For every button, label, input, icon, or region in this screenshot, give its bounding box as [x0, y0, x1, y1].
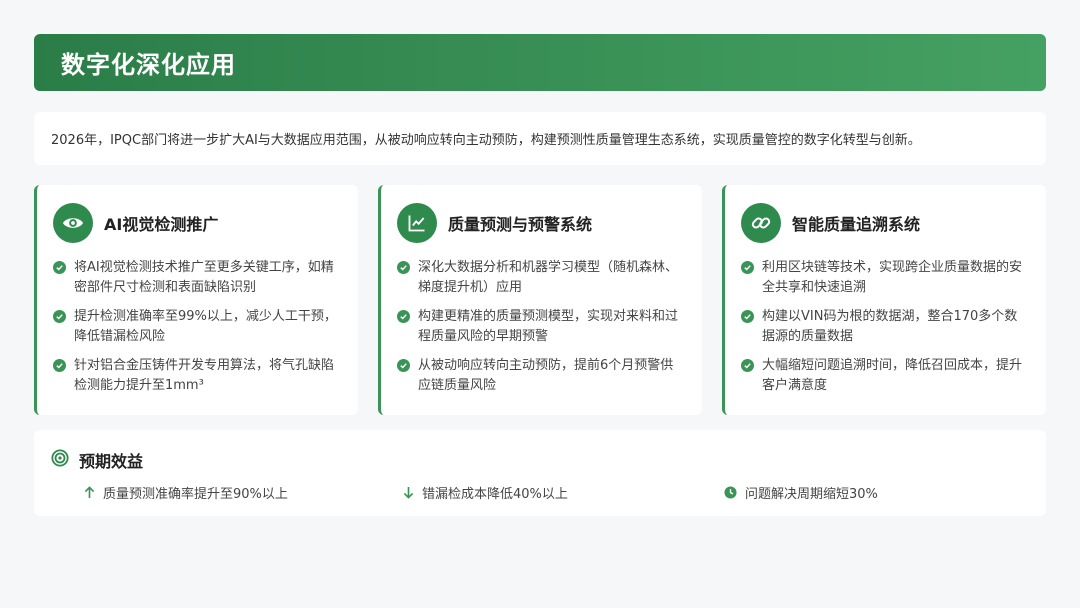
check-circle-icon: [53, 359, 66, 372]
card-ai-vision: AI视觉检测推广 将AI视觉检测技术推广至更多关键工序，如精密部件尺寸检测和表面…: [34, 185, 358, 415]
benefit-text: 问题解决周期缩短30%: [745, 487, 878, 502]
list-item: 大幅缩短问题追溯时间，降低召回成本，提升客户满意度: [741, 356, 1030, 396]
list-item: 构建更精准的质量预测模型，实现对来料和过程质量风险的早期预警: [397, 307, 686, 347]
card-title: 质量预测与预警系统: [448, 215, 593, 234]
card-quality-trace: 智能质量追溯系统 利用区块链等技术，实现跨企业质量数据的安全共享和快速追溯 构建…: [722, 185, 1046, 415]
bullet-text: 构建更精准的质量预测模型，实现对来料和过程质量风险的早期预警: [418, 309, 679, 344]
benefits-header: 预期效益: [51, 448, 1046, 472]
card-title: 智能质量追溯系统: [792, 215, 921, 234]
bullet-text: 大幅缩短问题追溯时间，降低召回成本，提升客户满意度: [762, 358, 1023, 393]
intro-panel: 2026年，IPQC部门将进一步扩大AI与大数据应用范围，从被动响应转向主动预防…: [34, 112, 1046, 165]
list-item: 利用区块链等技术，实现跨企业质量数据的安全共享和快速追溯: [741, 258, 1030, 298]
list-item: 深化大数据分析和机器学习模型（随机森林、梯度提升机）应用: [397, 258, 686, 298]
bullet-text: 将AI视觉检测技术推广至更多关键工序，如精密部件尺寸检测和表面缺陷识别: [74, 260, 334, 295]
bullet-text: 构建以VIN码为根的数据湖，整合170多个数据源的质量数据: [762, 309, 1018, 344]
check-circle-icon: [53, 310, 66, 323]
link-icon: [741, 203, 781, 243]
page-title: 数字化深化应用: [61, 51, 236, 79]
bullet-text: 深化大数据分析和机器学习模型（随机森林、梯度提升机）应用: [418, 260, 679, 295]
card-quality-prediction: 质量预测与预警系统 深化大数据分析和机器学习模型（随机森林、梯度提升机）应用 构…: [378, 185, 702, 415]
chart-line-icon: [397, 203, 437, 243]
check-circle-icon: [741, 261, 754, 274]
card-header: 智能质量追溯系统: [741, 203, 1030, 243]
list-item: 针对铝合金压铸件开发专用算法，将气孔缺陷检测能力提升至1mm³: [53, 356, 342, 396]
benefit-item: 问题解决周期缩短30%: [724, 483, 878, 502]
benefit-text: 质量预测准确率提升至90%以上: [103, 487, 288, 502]
card-title: AI视觉检测推广: [104, 215, 219, 234]
bullet-text: 从被动响应转向主动预防，提前6个月预警供应链质量风险: [418, 358, 674, 393]
list-item: 从被动响应转向主动预防，提前6个月预警供应链质量风险: [397, 356, 686, 396]
page-header: 数字化深化应用: [34, 34, 1046, 91]
arrow-up-icon: [84, 486, 95, 499]
card-header: 质量预测与预警系统: [397, 203, 686, 243]
check-circle-icon: [53, 261, 66, 274]
clock-icon: [724, 486, 737, 499]
list-item: 提升检测准确率至99%以上，减少人工干预，降低错漏检风险: [53, 307, 342, 347]
card-header: AI视觉检测推广: [53, 203, 342, 243]
arrow-down-icon: [403, 486, 414, 499]
check-circle-icon: [397, 359, 410, 372]
benefits-title: 预期效益: [79, 452, 144, 471]
list-item: 将AI视觉检测技术推广至更多关键工序，如精密部件尺寸检测和表面缺陷识别: [53, 258, 342, 298]
list-item: 构建以VIN码为根的数据湖，整合170多个数据源的质量数据: [741, 307, 1030, 347]
benefit-text: 错漏检成本降低40%以上: [422, 487, 568, 502]
check-circle-icon: [741, 359, 754, 372]
bullet-text: 针对铝合金压铸件开发专用算法，将气孔缺陷检测能力提升至1mm³: [74, 358, 335, 393]
eye-icon: [53, 203, 93, 243]
benefit-item: 质量预测准确率提升至90%以上: [84, 483, 288, 502]
target-icon: [51, 449, 69, 471]
bullet-text: 利用区块链等技术，实现跨企业质量数据的安全共享和快速追溯: [762, 260, 1023, 295]
check-circle-icon: [397, 261, 410, 274]
benefit-item: 错漏检成本降低40%以上: [403, 483, 568, 502]
bullet-text: 提升检测准确率至99%以上，减少人工干预，降低错漏检风险: [74, 309, 337, 344]
check-circle-icon: [397, 310, 410, 323]
check-circle-icon: [741, 310, 754, 323]
intro-text: 2026年，IPQC部门将进一步扩大AI与大数据应用范围，从被动响应转向主动预防…: [51, 133, 921, 148]
benefits-panel: 预期效益 质量预测准确率提升至90%以上 错漏检成本降低40%以上 问题解决周期…: [34, 430, 1046, 516]
